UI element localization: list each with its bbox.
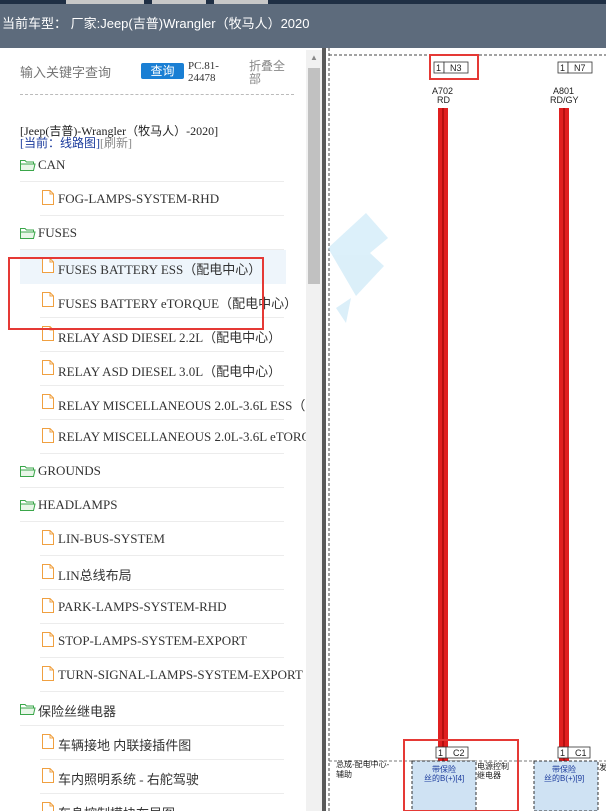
file-icon bbox=[42, 190, 54, 210]
tree-file[interactable]: FOG-LAMPS-SYSTEM-RHD bbox=[0, 182, 306, 216]
search-bar: 查询 PC.81-24478 折叠全部 bbox=[0, 48, 306, 96]
scrollbar[interactable]: ▲ bbox=[306, 50, 322, 811]
fuse-number: 4 bbox=[457, 774, 463, 783]
tree-item-label: RELAY ASD DIESEL 3.0L（配电中心） bbox=[58, 364, 282, 379]
file-icon bbox=[42, 802, 54, 811]
divider bbox=[20, 94, 294, 95]
tree-file[interactable]: RELAY MISCELLANEOUS 2.0L-3.6L eTORQ bbox=[0, 420, 311, 454]
tree-folder[interactable]: CAN bbox=[0, 148, 306, 182]
file-icon bbox=[42, 632, 54, 652]
connector-label: C1 bbox=[575, 748, 587, 758]
module-label-line: 总成-配电中心- bbox=[336, 760, 390, 769]
wire-a801-core bbox=[563, 108, 565, 762]
pin-number: 1 bbox=[436, 63, 442, 73]
pin-number: 1 bbox=[560, 748, 566, 758]
file-icon bbox=[42, 768, 54, 788]
tree-file[interactable]: PARK-LAMPS-SYSTEM-RHD bbox=[0, 590, 306, 624]
file-icon bbox=[42, 394, 54, 414]
watermark bbox=[328, 213, 388, 323]
module-label-line: 辅助 bbox=[336, 770, 352, 779]
tree-file[interactable]: 车内照明系统 - 右舵驾驶 bbox=[0, 760, 306, 794]
scroll-up-arrow-icon[interactable]: ▲ bbox=[306, 50, 322, 66]
tree-item-label: 车身控制模块布局图 bbox=[58, 803, 175, 811]
fuse-label: 带保险 丝的B(+)[4] bbox=[424, 765, 465, 783]
folder-open-icon bbox=[20, 498, 36, 516]
tree-item-label: CAN bbox=[38, 157, 66, 172]
connector-label: N7 bbox=[574, 63, 586, 73]
module-label: 总成-配电中心- 辅助 bbox=[336, 760, 389, 780]
tree-item-label: HEADLAMPS bbox=[38, 497, 118, 512]
tree-item-label: LIN-BUS-SYSTEM bbox=[58, 531, 165, 546]
file-icon bbox=[42, 734, 54, 754]
tree-item-label: FOG-LAMPS-SYSTEM-RHD bbox=[58, 191, 220, 206]
search-button[interactable]: 查询 bbox=[141, 63, 184, 79]
tree-item-label: TURN-SIGNAL-LAMPS-SYSTEM-EXPORT bbox=[58, 667, 303, 682]
tree-file[interactable]: 车身控制模块布局图 bbox=[0, 794, 306, 811]
folder-open-icon bbox=[20, 158, 36, 176]
tree-folder[interactable]: FUSES bbox=[0, 216, 306, 250]
tree-item-label: 车辆接地 内联接插件图 bbox=[58, 738, 192, 753]
file-icon bbox=[42, 598, 54, 618]
tree-panel: 查询 PC.81-24478 折叠全部 [Jeep(吉普)-Wrangler（牧… bbox=[0, 48, 322, 811]
app-header: 当前车型： 厂家:Jeep(吉普)Wrangler（牧马人）2020 bbox=[0, 4, 606, 48]
tree-item-label: 保险丝继电器 bbox=[38, 704, 117, 719]
connector-label: C2 bbox=[453, 748, 465, 758]
tree-item-label: RELAY MISCELLANEOUS 2.0L-3.6L eTORQ bbox=[58, 429, 311, 444]
relay-label-line: 电源控制 bbox=[477, 762, 509, 771]
fuse-number: 9 bbox=[577, 774, 583, 783]
tree-item-label: RELAY MISCELLANEOUS 2.0L-3.6L ESS（ bbox=[58, 398, 306, 413]
pin-number: 1 bbox=[560, 63, 566, 73]
tree-item-label: STOP-LAMPS-SYSTEM-EXPORT bbox=[58, 633, 247, 648]
pin-number: 1 bbox=[438, 748, 444, 758]
tree-file[interactable]: STOP-LAMPS-SYSTEM-EXPORT bbox=[0, 624, 306, 658]
search-input[interactable] bbox=[20, 62, 136, 82]
tree-file[interactable]: TURN-SIGNAL-LAMPS-SYSTEM-EXPORT bbox=[0, 658, 306, 692]
file-icon bbox=[42, 530, 54, 550]
fuse-label-line: 丝的B(+) bbox=[544, 774, 576, 783]
folder-open-icon bbox=[20, 702, 36, 720]
fuse-label-line: 丝的B(+) bbox=[424, 774, 456, 783]
scroll-thumb[interactable] bbox=[308, 68, 320, 284]
tree-item-label: LIN总线布局 bbox=[58, 568, 132, 583]
wire-a702-core bbox=[442, 108, 444, 762]
wiring-diagram: 1 N3 A702 RD 1 N7 A801 RD/GY 1 C2 1 C1 总… bbox=[326, 48, 606, 811]
tree-file[interactable]: LIN-BUS-SYSTEM bbox=[0, 522, 306, 556]
pc-code: PC.81-24478 bbox=[188, 60, 219, 84]
diagram-canvas bbox=[328, 48, 606, 811]
tree-folder[interactable]: GROUNDS bbox=[0, 454, 306, 488]
tree-file[interactable]: RELAY ASD DIESEL 3.0L（配电中心） bbox=[0, 352, 306, 386]
folder-open-icon bbox=[20, 464, 36, 482]
tree-file[interactable]: RELAY MISCELLANEOUS 2.0L-3.6L ESS（ bbox=[0, 386, 306, 420]
tree-file[interactable]: LIN总线布局 bbox=[0, 556, 306, 590]
fuse-label: 带保险 丝的B(+)[9] bbox=[544, 765, 585, 783]
wire-color-code: RD/GY bbox=[550, 95, 579, 105]
relay-label-line: 继电器 bbox=[477, 771, 501, 780]
highlight-box bbox=[8, 257, 264, 330]
vehicle-title: 当前车型： 厂家:Jeep(吉普)Wrangler（牧马人）2020 bbox=[2, 16, 310, 31]
file-icon bbox=[42, 360, 54, 380]
edge-label: 发 bbox=[599, 763, 606, 772]
file-icon bbox=[42, 564, 54, 584]
fuse-label-line: 带保险 bbox=[432, 765, 456, 774]
folder-open-icon bbox=[20, 226, 36, 244]
collapse-all-button[interactable]: 折叠全部 bbox=[249, 60, 289, 86]
relay-label: 电源控制 继电器 bbox=[477, 762, 509, 780]
file-icon bbox=[42, 666, 54, 686]
fuse-label-line: 带保险 bbox=[552, 765, 576, 774]
connector-label: N3 bbox=[450, 63, 462, 73]
tree-item-label: PARK-LAMPS-SYSTEM-RHD bbox=[58, 599, 227, 614]
tree-folder[interactable]: HEADLAMPS bbox=[0, 488, 306, 522]
tree-folder[interactable]: 保险丝继电器 bbox=[0, 692, 306, 726]
tree-item-label: 车内照明系统 - 右舵驾驶 bbox=[58, 772, 199, 787]
tree-file[interactable]: 车辆接地 内联接插件图 bbox=[0, 726, 306, 760]
tree-item-label: FUSES bbox=[38, 225, 78, 240]
tree-item-label: GROUNDS bbox=[38, 463, 101, 478]
file-icon bbox=[42, 428, 54, 448]
wire-color-code: RD bbox=[437, 95, 450, 105]
